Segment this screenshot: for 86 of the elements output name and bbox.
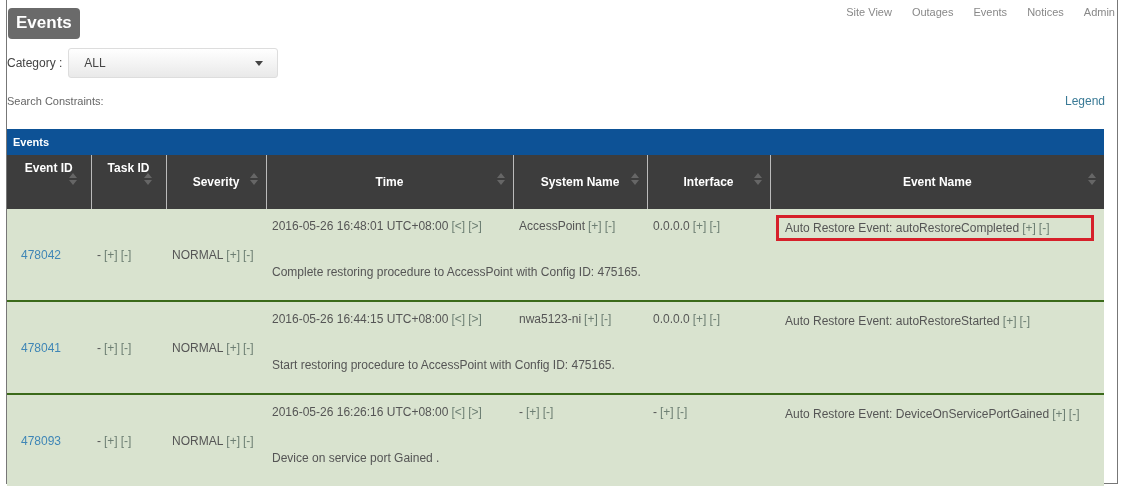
filter-link[interactable]: [+] [226,340,241,355]
time-filter-link[interactable]: [>] [468,219,482,233]
page-title: Events [8,8,80,39]
filter-link[interactable]: [+] [1002,314,1017,328]
table-cell: Auto Restore Event: autoRestoreCompleted [785,221,1020,235]
nav-link[interactable]: Site View [846,6,892,78]
sort-icon [1088,173,1096,185]
nav-link[interactable]: Notices [1027,6,1064,78]
filter-link[interactable]: [+] [526,405,540,419]
table-title-bar: Events [7,129,1104,155]
column-header[interactable]: Interface [647,155,770,209]
table-cell: 2016-05-26 16:44:15 UTC+08:00 [272,312,449,326]
table-cell: NORMAL [172,433,224,448]
table-cell: - [97,247,101,262]
time-filter-link[interactable]: [>] [468,312,482,326]
filter-link[interactable]: [-] [1019,314,1031,328]
filter-link[interactable]: [-] [120,340,132,355]
search-constraints-label: Search Constraints: [7,95,104,107]
column-header[interactable]: Event Name [770,155,1104,209]
time-filter-link[interactable]: [<] [451,312,466,326]
filter-link[interactable]: [+] [588,219,602,233]
nav-link[interactable]: Events [973,6,1008,78]
sort-icon [630,173,639,185]
filter-link[interactable]: [+] [104,433,118,448]
event-description: Device on service port Gained . [272,451,440,465]
sort-icon [143,173,152,185]
sort-icon [249,173,258,185]
sort-icon [753,173,762,185]
filter-link[interactable]: [+] [692,219,707,233]
column-header[interactable]: Event ID [7,155,91,209]
table-cell: 2016-05-26 16:26:16 UTC+08:00 [272,405,449,419]
event-description: Start restoring procedure to AccessPoint with Config ID: 475165. [272,358,615,372]
time-filter-link[interactable]: [<] [451,219,466,233]
filter-link[interactable]: [-] [243,340,254,355]
filter-link[interactable]: [-] [604,219,616,233]
legend-link[interactable]: Legend [1064,94,1105,108]
filter-link[interactable]: [-] [243,433,254,448]
filter-link[interactable]: [-] [243,247,254,262]
caret-icon [255,60,264,66]
table-cell: - [653,405,657,419]
event-id-link[interactable]: 478093 [21,433,62,448]
filter-link[interactable]: [+] [104,247,118,262]
filter-link[interactable]: [+] [660,405,674,419]
filter-link[interactable]: [-] [709,312,721,326]
nav-link[interactable]: Outages [911,6,954,78]
filter-link[interactable]: [+] [584,312,598,326]
filter-link[interactable]: [+] [1052,407,1066,421]
table-cell: NORMAL [172,247,224,262]
category-label: Category : [7,56,63,70]
table-cell: Auto Restore Event: autoRestoreStarted [785,314,1000,328]
filter-link[interactable]: [-] [542,405,554,419]
filter-link[interactable]: [+] [692,312,707,326]
event-id-link[interactable]: 478041 [21,340,62,355]
sort-icon [496,173,505,185]
table-cell: 0.0.0.0 [653,312,690,326]
table-cell: - [519,405,523,419]
filter-link[interactable]: [+] [226,433,241,448]
filter-link[interactable]: [-] [709,219,721,233]
filter-link[interactable]: [-] [120,247,132,262]
table-cell: 0.0.0.0 [653,219,690,233]
filter-link[interactable]: [-] [600,312,612,326]
category-dropdown[interactable]: ALL [68,48,279,78]
filter-link[interactable]: [+] [1022,221,1036,235]
filter-link[interactable]: [-] [120,433,132,448]
sort-icon [68,173,77,185]
table-cell: Auto Restore Event: DeviceOnServicePortGained [785,407,1050,421]
column-header[interactable]: System Name [513,155,647,209]
time-filter-link[interactable]: [<] [451,405,466,419]
table-cell: AccessPoint [519,219,586,233]
time-filter-link[interactable]: [>] [468,405,482,419]
event-description: Complete restoring procedure to AccessPoint with Config ID: 475165. [272,265,641,279]
column-header[interactable]: Time [266,155,513,209]
table-cell: - [97,433,101,448]
table-cell: - [97,340,101,355]
filter-link[interactable]: [+] [226,247,241,262]
event-id-link[interactable]: 478042 [21,247,62,262]
filter-link[interactable]: [-] [676,405,688,419]
filter-link[interactable]: [-] [1038,221,1050,235]
table-cell: nwa5123-ni [519,312,582,326]
table-cell: NORMAL [172,340,224,355]
nav-link[interactable]: Admin [1083,6,1115,78]
filter-link[interactable]: [-] [1068,407,1080,421]
table-cell: 2016-05-26 16:48:01 UTC+08:00 [272,219,449,233]
column-header[interactable]: Task ID [91,155,166,209]
filter-link[interactable]: [+] [104,340,118,355]
column-header[interactable]: Severity [166,155,266,209]
